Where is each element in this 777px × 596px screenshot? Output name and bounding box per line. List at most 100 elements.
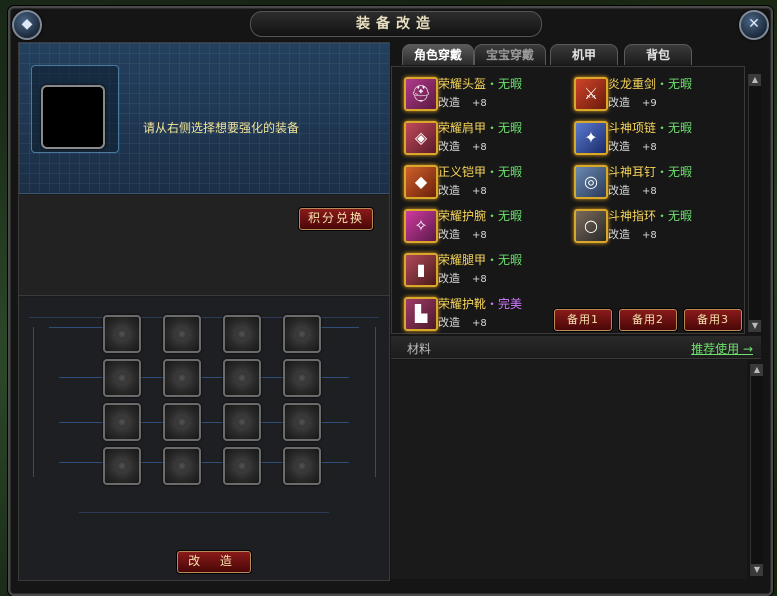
equipment-scrollbar[interactable]: ▲ ▼ (748, 74, 761, 332)
item-action: 改造 (438, 228, 460, 241)
info-area: 积分兑换 (19, 195, 389, 296)
tab-mecha[interactable]: 机甲 (550, 44, 618, 65)
list-item[interactable]: ▮ 荣耀腿甲・无暇 改造 +8 (404, 251, 564, 289)
material-slot[interactable] (283, 359, 321, 397)
item-name-line: 正义铠甲・无暇 (438, 163, 522, 180)
material-slot[interactable] (283, 315, 321, 353)
item-reform-line: 改造 +8 (438, 270, 487, 286)
materials-scrollbar[interactable]: ▲ ▼ (750, 364, 763, 576)
close-icon[interactable]: ✕ (739, 10, 769, 40)
material-slot[interactable] (223, 359, 261, 397)
item-level: +8 (472, 98, 487, 109)
decor-line (33, 327, 34, 477)
item-action: 改造 (608, 96, 630, 109)
points-exchange-button[interactable]: 积分兑换 (299, 208, 373, 230)
selected-equipment-slot[interactable] (41, 85, 105, 149)
reform-button[interactable]: 改 造 (177, 551, 251, 573)
item-reform-line: 改造 +8 (438, 138, 487, 154)
item-name: 荣耀肩甲 (438, 121, 487, 135)
item-level: +8 (472, 186, 487, 197)
list-item[interactable]: ⛑ 荣耀头盔・无暇 改造 +8 (404, 75, 564, 113)
scroll-down-icon[interactable]: ▼ (751, 564, 763, 576)
recommend-link[interactable]: 推荐使用 → (691, 340, 753, 357)
item-quality: ・完美 (486, 297, 523, 311)
decor-line (375, 327, 376, 477)
item-name-line: 斗神耳钉・无暇 (608, 163, 692, 180)
material-slot[interactable] (283, 403, 321, 441)
item-action: 改造 (608, 184, 630, 197)
scroll-up-icon[interactable]: ▲ (749, 74, 761, 86)
item-name-line: 炎龙重剑・无暇 (608, 75, 692, 92)
list-item[interactable]: ✦ 斗神项链・无暇 改造 +8 (574, 119, 734, 157)
material-slot[interactable] (283, 447, 321, 485)
item-name: 斗神项链 (608, 121, 657, 135)
item-action: 改造 (608, 228, 630, 241)
greaves-icon: ▮ (404, 253, 438, 287)
item-action: 改造 (438, 272, 460, 285)
materials-label: 材料 (407, 342, 432, 356)
spare-3-button[interactable]: 备用3 (684, 309, 742, 331)
decor-line (49, 327, 109, 328)
item-level: +8 (472, 142, 487, 153)
item-quality: ・无暇 (656, 209, 693, 223)
list-item[interactable]: ▙ 荣耀护靴・完美 改造 +8 (404, 295, 564, 333)
item-action: 改造 (438, 140, 460, 153)
item-name: 荣耀腿甲 (438, 253, 487, 267)
list-item[interactable]: ◆ 正义铠甲・无暇 改造 +8 (404, 163, 564, 201)
item-reform-line: 改造 +9 (608, 94, 657, 110)
item-name-line: 荣耀头盔・无暇 (438, 75, 522, 92)
item-quality: ・无暇 (656, 121, 693, 135)
material-slot[interactable] (163, 315, 201, 353)
earring-icon: ◎ (574, 165, 608, 199)
item-quality: ・无暇 (486, 209, 523, 223)
material-slot[interactable] (103, 403, 141, 441)
select-prompt: 请从右侧选择想要强化的装备 (143, 121, 300, 135)
spare-1-button[interactable]: 备用1 (554, 309, 612, 331)
material-slot[interactable] (223, 403, 261, 441)
list-item[interactable]: ✧ 荣耀护腕・无暇 改造 +8 (404, 207, 564, 245)
material-slot[interactable] (163, 447, 201, 485)
material-slot[interactable] (103, 359, 141, 397)
tab-character-equipped[interactable]: 角色穿戴 (402, 44, 474, 65)
item-name: 正义铠甲 (438, 165, 487, 179)
materials-list (391, 360, 747, 579)
material-slot[interactable] (163, 359, 201, 397)
tab-pet-equipped[interactable]: 宝宝穿戴 (474, 44, 546, 65)
item-action: 改造 (608, 140, 630, 153)
item-quality: ・无暇 (486, 165, 523, 179)
material-slot[interactable] (103, 447, 141, 485)
material-slot[interactable] (223, 447, 261, 485)
sword-icon: ⚔ (574, 77, 608, 111)
bracer-icon: ✧ (404, 209, 438, 243)
item-level: +8 (642, 186, 657, 197)
boots-icon: ▙ (404, 297, 438, 331)
list-item[interactable]: ○ 斗神指环・无暇 改造 +8 (574, 207, 734, 245)
material-grid-area: 改 造 (19, 297, 389, 580)
list-item[interactable]: ◎ 斗神耳钉・无暇 改造 +8 (574, 163, 734, 201)
material-slot[interactable] (223, 315, 261, 353)
item-level: +8 (472, 230, 487, 241)
item-reform-line: 改造 +8 (438, 94, 487, 110)
spare-2-button[interactable]: 备用2 (619, 309, 677, 331)
tab-backpack[interactable]: 背包 (624, 44, 692, 65)
item-reform-line: 改造 +8 (608, 226, 657, 242)
item-reform-line: 改造 +8 (438, 226, 487, 242)
scroll-up-icon[interactable]: ▲ (751, 364, 763, 376)
item-level: +8 (472, 318, 487, 329)
material-slot[interactable] (103, 315, 141, 353)
scroll-down-icon[interactable]: ▼ (749, 320, 761, 332)
list-item[interactable]: ⚔ 炎龙重剑・无暇 改造 +9 (574, 75, 734, 113)
decor-line (79, 512, 329, 513)
material-slot[interactable] (163, 403, 201, 441)
item-action: 改造 (438, 316, 460, 329)
item-level: +8 (642, 142, 657, 153)
item-reform-line: 改造 +8 (608, 182, 657, 198)
item-quality: ・无暇 (656, 165, 693, 179)
item-name: 斗神指环 (608, 209, 657, 223)
item-name: 斗神耳钉 (608, 165, 657, 179)
item-reform-line: 改造 +8 (608, 138, 657, 154)
item-name-line: 荣耀肩甲・无暇 (438, 119, 522, 136)
item-name-line: 斗神指环・无暇 (608, 207, 692, 224)
list-item[interactable]: ◈ 荣耀肩甲・无暇 改造 +8 (404, 119, 564, 157)
item-name-line: 荣耀腿甲・无暇 (438, 251, 522, 268)
